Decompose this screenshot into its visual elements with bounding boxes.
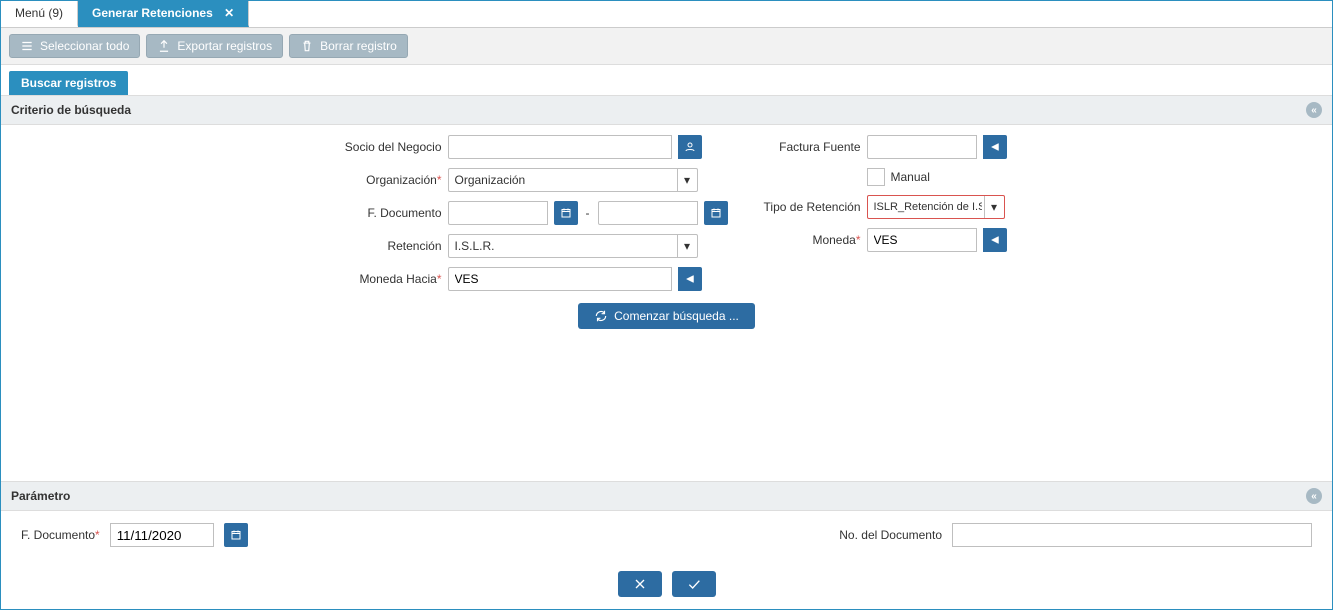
list-icon: [20, 39, 34, 53]
calendar-from-icon[interactable]: [554, 201, 578, 225]
retencion-select[interactable]: I.S.L.R. ▾: [448, 234, 698, 258]
begin-search-button[interactable]: Comenzar búsqueda ...: [578, 303, 755, 329]
no-documento-input[interactable]: [952, 523, 1312, 547]
param-calendar-icon[interactable]: [224, 523, 248, 547]
label-manual: Manual: [891, 170, 930, 184]
label-moneda: Moneda: [746, 234, 861, 247]
trash-icon: [300, 39, 314, 53]
toolbar: Seleccionar todo Exportar registros Borr…: [1, 28, 1332, 65]
moneda-lookup-icon[interactable]: [983, 228, 1007, 252]
param-doc-date-input[interactable]: [110, 523, 214, 547]
label-param-f-documento: F. Documento: [21, 528, 100, 542]
doc-date-from-input[interactable]: [448, 201, 548, 225]
collapse-parametro-icon[interactable]: «: [1306, 488, 1322, 504]
export-icon: [157, 39, 171, 53]
label-f-documento: F. Documento: [327, 207, 442, 220]
calendar-to-icon[interactable]: [704, 201, 728, 225]
delete-button[interactable]: Borrar registro: [289, 34, 408, 58]
section-title-criteria: Criterio de búsqueda: [11, 103, 131, 117]
doc-date-to-input[interactable]: [598, 201, 698, 225]
collapse-criteria-icon[interactable]: «: [1306, 102, 1322, 118]
business-partner-lookup-icon[interactable]: [678, 135, 702, 159]
moneda-hacia-lookup-icon[interactable]: [678, 267, 702, 291]
organizacion-select[interactable]: Organización ▾: [448, 168, 698, 192]
section-title-parametro: Parámetro: [11, 489, 70, 503]
refresh-icon: [594, 309, 608, 323]
label-socio-negocio: Socio del Negocio: [327, 141, 442, 154]
check-icon: [686, 576, 702, 592]
tab-buscar-registros[interactable]: Buscar registros: [9, 71, 128, 95]
section-header-parametro: Parámetro «: [1, 481, 1332, 511]
cancel-button[interactable]: [618, 571, 662, 597]
tab-strip: Menú (9) Generar Retenciones ✕: [1, 1, 1332, 28]
chevron-down-icon[interactable]: ▾: [677, 235, 697, 257]
business-partner-input[interactable]: [448, 135, 672, 159]
tipo-retencion-select[interactable]: ISLR_Retención de I.S.L. ▾: [867, 195, 1005, 219]
date-range-dash: -: [584, 206, 592, 220]
tab-generar-retenciones[interactable]: Generar Retenciones ✕: [78, 1, 249, 27]
confirm-button[interactable]: [672, 571, 716, 597]
moneda-input[interactable]: [867, 228, 977, 252]
label-organizacion: Organización: [327, 174, 442, 187]
tab-menu[interactable]: Menú (9): [1, 1, 78, 27]
export-button[interactable]: Exportar registros: [146, 34, 283, 58]
select-all-button[interactable]: Seleccionar todo: [9, 34, 140, 58]
label-retencion: Retención: [327, 240, 442, 253]
close-tab-icon[interactable]: ✕: [224, 6, 234, 20]
label-no-documento: No. del Documento: [839, 528, 942, 542]
factura-fuente-input[interactable]: [867, 135, 977, 159]
chevron-down-icon[interactable]: ▾: [677, 169, 697, 191]
manual-checkbox[interactable]: [867, 168, 885, 186]
close-icon: [632, 576, 648, 592]
section-header-criteria: Criterio de búsqueda «: [1, 95, 1332, 125]
factura-fuente-lookup-icon[interactable]: [983, 135, 1007, 159]
label-factura-fuente: Factura Fuente: [746, 141, 861, 154]
label-tipo-retencion: Tipo de Retención: [746, 201, 861, 214]
label-moneda-hacia: Moneda Hacia: [327, 273, 442, 286]
chevron-down-icon[interactable]: ▾: [984, 196, 1004, 218]
moneda-hacia-input[interactable]: [448, 267, 672, 291]
